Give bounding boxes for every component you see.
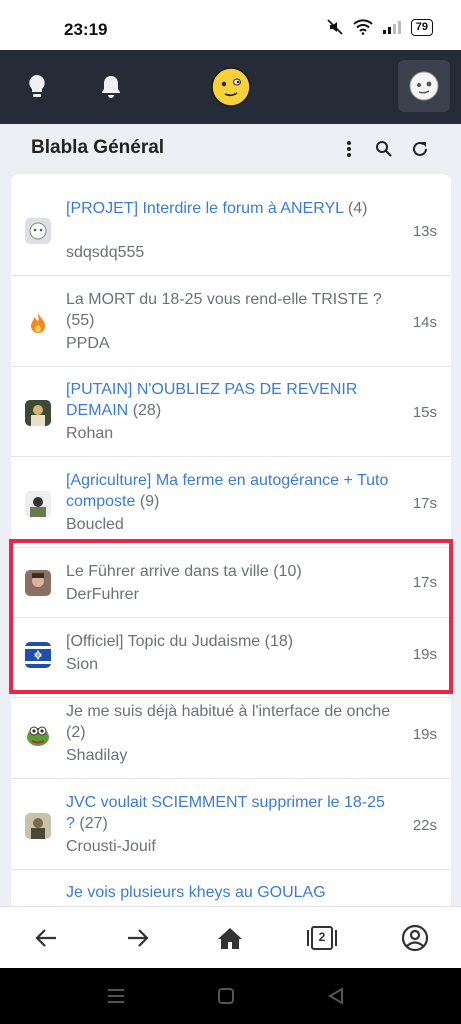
bell-icon[interactable] <box>86 62 136 112</box>
topic-row[interactable]: Je vois plusieurs kheys au GOULAG <box>11 870 451 906</box>
topic-author: PPDA <box>66 335 110 352</box>
avatar <box>25 491 51 517</box>
avatar <box>25 813 51 839</box>
topic-author: sdqsdq555 <box>66 244 145 261</box>
topic-title: La MORT du 18-25 vous rend-elle TRISTE ?… <box>66 291 382 329</box>
search-icon[interactable] <box>371 136 397 162</box>
flame-icon <box>25 310 51 336</box>
topic-time: 15s <box>412 404 437 421</box>
topic-list: [PROJET] Interdire le forum à ANERYL (4)… <box>11 174 451 906</box>
home-button-icon[interactable] <box>216 986 236 1006</box>
topic-time: 22s <box>412 817 437 834</box>
profile-avatar[interactable] <box>398 60 450 112</box>
topic-row[interactable]: Le Führer arrive dans ta ville (10) DerF… <box>11 548 451 618</box>
smiley-logo[interactable] <box>205 61 257 113</box>
back-arrow-icon[interactable] <box>29 921 63 955</box>
topic-title: [Officiel] Topic du Judaisme (18) <box>66 633 294 650</box>
flag-icon <box>25 642 51 668</box>
topic-title: [Agriculture] Ma ferme en autogérance + … <box>66 472 389 510</box>
topic-author: Rohan <box>66 425 114 442</box>
topic-author: Shadilay <box>66 747 128 764</box>
topic-title: [PROJET] Interdire le forum à ANERYL (4) <box>66 200 368 217</box>
topic-row[interactable]: [Officiel] Topic du Judaisme (18) Sion 1… <box>11 618 451 698</box>
topic-time: 14s <box>412 314 437 331</box>
topic-time: 13s <box>412 223 437 240</box>
topic-time: 17s <box>412 495 437 512</box>
wifi-icon <box>353 19 373 35</box>
topic-row[interactable]: [PROJET] Interdire le forum à ANERYL (4)… <box>11 186 451 276</box>
avatar <box>25 400 51 426</box>
topic-time: 19s <box>412 646 437 663</box>
avatar <box>25 570 51 596</box>
menu-icon[interactable] <box>106 986 126 1006</box>
topic-title: JVC voulait SCIEMMENT supprimer le 18-25… <box>66 794 385 832</box>
topic-title: Le Führer arrive dans ta ville (10) <box>66 563 302 580</box>
signal-icon <box>382 21 401 34</box>
bulb-icon[interactable] <box>12 62 62 112</box>
topic-row[interactable]: Je me suis déjà habitué à l'interface de… <box>11 698 451 779</box>
topic-time: 19s <box>412 726 437 743</box>
topic-row[interactable]: La MORT du 18-25 vous rend-elle TRISTE ?… <box>11 276 451 367</box>
avatar <box>25 218 51 244</box>
tabs-count: 2 <box>318 930 326 944</box>
tabs-icon[interactable]: 2 <box>305 921 339 955</box>
topic-title: Je vois plusieurs kheys au GOULAG <box>66 884 326 901</box>
bottom-nav: 2 <box>0 906 461 968</box>
back-button-icon[interactable] <box>326 986 346 1006</box>
battery-indicator: 79 <box>410 18 433 36</box>
topic-author: Boucled <box>66 516 124 533</box>
status-bar: 23:19 79 <box>0 0 461 50</box>
system-nav-bar <box>0 968 461 1024</box>
account-icon[interactable] <box>398 921 432 955</box>
topic-row[interactable]: [PUTAIN] N'OUBLIEZ PAS DE REVENIR DEMAIN… <box>11 367 451 457</box>
more-vert-icon[interactable] <box>336 136 362 162</box>
forum-title: Blabla Général <box>31 137 165 158</box>
topic-title: [PUTAIN] N'OUBLIEZ PAS DE REVENIR DEMAIN… <box>66 381 358 419</box>
topic-author: Sion <box>66 656 99 673</box>
frog-icon <box>25 722 51 748</box>
topic-time: 17s <box>412 574 437 591</box>
refresh-icon[interactable] <box>407 136 433 162</box>
forward-arrow-icon[interactable] <box>121 921 155 955</box>
app-bar <box>0 50 461 124</box>
topic-author: Crousti-Jouif <box>66 838 156 855</box>
home-icon[interactable] <box>213 921 247 955</box>
forum-header: Blabla Général <box>0 124 461 174</box>
topic-title: Je me suis déjà habitué à l'interface de… <box>66 703 391 741</box>
topic-author: DerFuhrer <box>66 586 139 603</box>
topic-row[interactable]: [Agriculture] Ma ferme en autogérance + … <box>11 457 451 548</box>
mute-icon <box>327 19 343 35</box>
status-icons: 79 <box>326 18 433 36</box>
topic-row[interactable]: JVC voulait SCIEMMENT supprimer le 18-25… <box>11 779 451 870</box>
status-time: 23:19 <box>64 20 108 39</box>
